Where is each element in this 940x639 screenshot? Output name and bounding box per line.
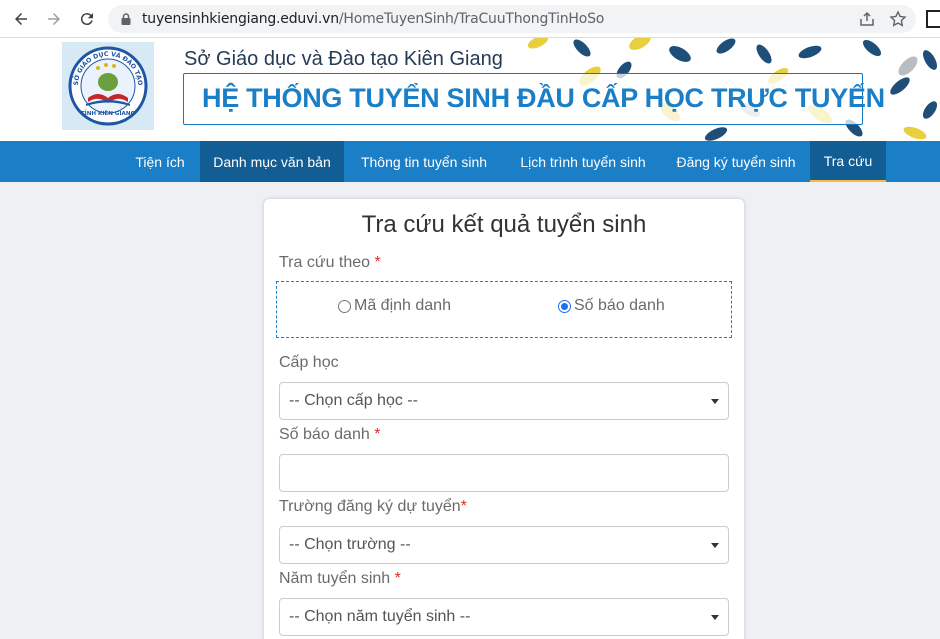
required-mark: * <box>394 570 401 587</box>
site-banner: SỞ GIÁO DỤC VÀ ĐÀO TẠO TỈNH KIÊN GIANG S… <box>0 38 940 141</box>
reload-icon[interactable] <box>75 7 99 31</box>
candidate-number-label: Số báo danh * <box>279 426 381 443</box>
menu-item-dang-ky-tuyen-sinh[interactable]: Đăng ký tuyển sinh <box>662 141 810 182</box>
level-select[interactable]: -- Chọn cấp học -- <box>279 382 729 420</box>
radio-so-bao-danh[interactable]: Số báo danh <box>558 297 665 315</box>
address-bar[interactable]: tuyensinhkiengiang.eduvi.vn/HomeTuyenSin… <box>108 5 916 33</box>
main-menu: Tiện ích Danh mục văn bản Thông tin tuyể… <box>0 141 940 182</box>
browser-toolbar: tuyensinhkiengiang.eduvi.vn/HomeTuyenSin… <box>0 0 940 38</box>
url-text[interactable]: tuyensinhkiengiang.eduvi.vn/HomeTuyenSin… <box>142 11 604 27</box>
menu-item-lich-trinh-tuyen-sinh[interactable]: Lịch trình tuyển sinh <box>504 141 662 182</box>
radio-checked-icon[interactable] <box>558 299 571 313</box>
lookup-card: Tra cứu kết quả tuyển sinh Tra cứu theo … <box>264 199 744 639</box>
year-select[interactable]: -- Chọn năm tuyển sinh -- <box>279 598 729 636</box>
star-icon[interactable] <box>889 10 907 28</box>
year-label: Năm tuyển sinh * <box>279 570 401 587</box>
required-mark: * <box>374 254 381 271</box>
form-title: Tra cứu kết quả tuyển sinh <box>361 211 647 238</box>
radio-unchecked-icon[interactable] <box>338 299 351 313</box>
forward-icon[interactable] <box>42 7 66 31</box>
emblem-icon: SỞ GIÁO DỤC VÀ ĐÀO TẠO TỈNH KIÊN GIANG <box>68 46 148 126</box>
system-title: HỆ THỐNG TUYỂN SINH ĐẦU CẤP HỌC TRỰC TUY… <box>202 83 885 113</box>
menu-item-tien-ich[interactable]: Tiện ích <box>120 141 200 182</box>
caret-down-icon <box>711 543 719 548</box>
window-icon[interactable] <box>926 10 940 28</box>
candidate-number-input[interactable] <box>279 454 729 492</box>
back-icon[interactable] <box>9 7 33 31</box>
menu-item-tra-cuu[interactable]: Tra cứu <box>810 141 886 182</box>
lock-icon[interactable] <box>119 12 133 26</box>
menu-item-thong-tin-tuyen-sinh[interactable]: Thông tin tuyển sinh <box>344 141 504 182</box>
caret-down-icon <box>711 399 719 404</box>
required-mark: * <box>374 426 381 443</box>
required-mark: * <box>460 498 467 515</box>
school-select[interactable]: -- Chọn trường -- <box>279 526 729 564</box>
department-name: Sở Giáo dục và Đào tạo Kiên Giang <box>184 48 503 70</box>
lookup-by-label: Tra cứu theo * <box>279 254 381 271</box>
radio-ma-dinh-danh[interactable]: Mã định danh <box>338 297 451 315</box>
level-label: Cấp học <box>279 354 339 371</box>
department-logo[interactable]: SỞ GIÁO DỤC VÀ ĐÀO TẠO TỈNH KIÊN GIANG <box>62 42 154 130</box>
school-label: Trường đăng ký dự tuyển* <box>279 498 467 515</box>
caret-down-icon <box>711 615 719 620</box>
svg-text:TỈNH KIÊN GIANG: TỈNH KIÊN GIANG <box>81 109 136 117</box>
lookup-by-group: Mã định danh Số báo danh <box>276 281 732 338</box>
menu-item-danh-muc-van-ban[interactable]: Danh mục văn bản <box>200 141 344 182</box>
system-title-box: HỆ THỐNG TUYỂN SINH ĐẦU CẤP HỌC TRỰC TUY… <box>183 73 885 125</box>
share-icon[interactable] <box>858 10 876 28</box>
